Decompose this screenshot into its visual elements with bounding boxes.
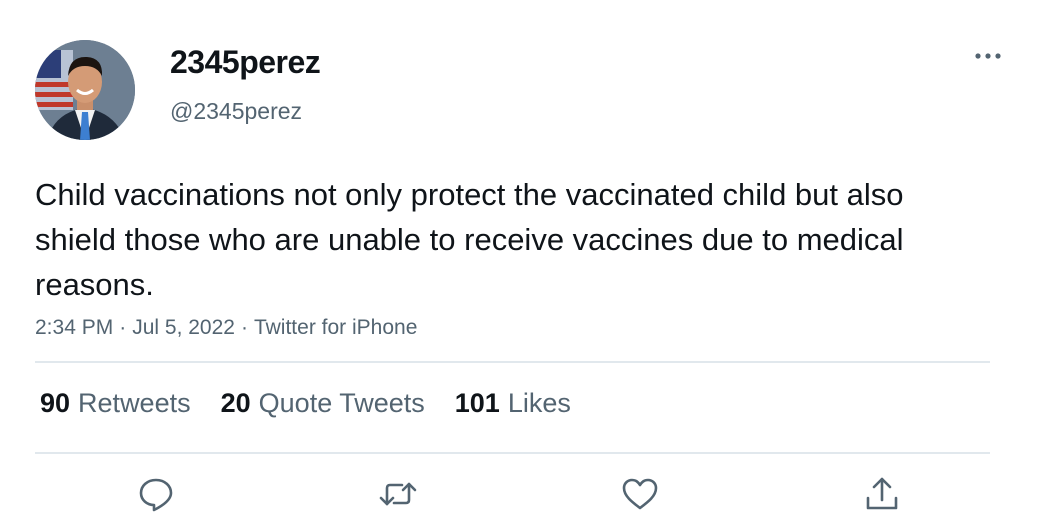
meta-separator: ·: [240, 316, 248, 339]
action-bar: [0, 474, 1050, 514]
quote-tweets-stat[interactable]: 20 Quote Tweets: [221, 388, 425, 419]
avatar[interactable]: [35, 40, 135, 140]
avatar-image: [35, 40, 135, 140]
heart-icon: [622, 478, 658, 510]
retweets-stat[interactable]: 90 Retweets: [40, 388, 191, 419]
tweet-date[interactable]: Jul 5, 2022: [132, 316, 235, 339]
tweet-stats: 90 Retweets 20 Quote Tweets 101 Likes: [40, 388, 571, 419]
retweet-icon: [379, 482, 417, 506]
retweets-count: 90: [40, 388, 71, 418]
reply-icon: [139, 478, 173, 512]
divider: [35, 452, 990, 454]
likes-count: 101: [454, 388, 500, 418]
likes-label: Likes: [507, 388, 571, 418]
more-dots-icon: [975, 53, 1001, 59]
retweets-label: Retweets: [78, 388, 191, 418]
share-button[interactable]: [862, 474, 902, 514]
like-button[interactable]: [620, 474, 660, 514]
tweet-meta: 2:34 PM · Jul 5, 2022 · Twitter for iPhone: [35, 316, 417, 340]
meta-separator: ·: [119, 316, 127, 339]
user-handle[interactable]: @2345perez: [170, 98, 302, 125]
tweet-time[interactable]: 2:34 PM: [35, 316, 113, 339]
likes-stat[interactable]: 101 Likes: [455, 388, 571, 419]
more-options-button[interactable]: [968, 42, 1008, 70]
retweet-button[interactable]: [378, 474, 418, 514]
divider: [35, 361, 990, 363]
reply-button[interactable]: [136, 474, 176, 514]
quote-tweets-label: Quote Tweets: [258, 388, 425, 418]
share-icon: [866, 477, 898, 510]
tweet-text: Child vaccinations not only protect the …: [35, 177, 904, 302]
tweet-source[interactable]: Twitter for iPhone: [254, 316, 417, 339]
display-name[interactable]: 2345perez: [170, 44, 321, 81]
quote-tweets-count: 20: [220, 388, 251, 418]
